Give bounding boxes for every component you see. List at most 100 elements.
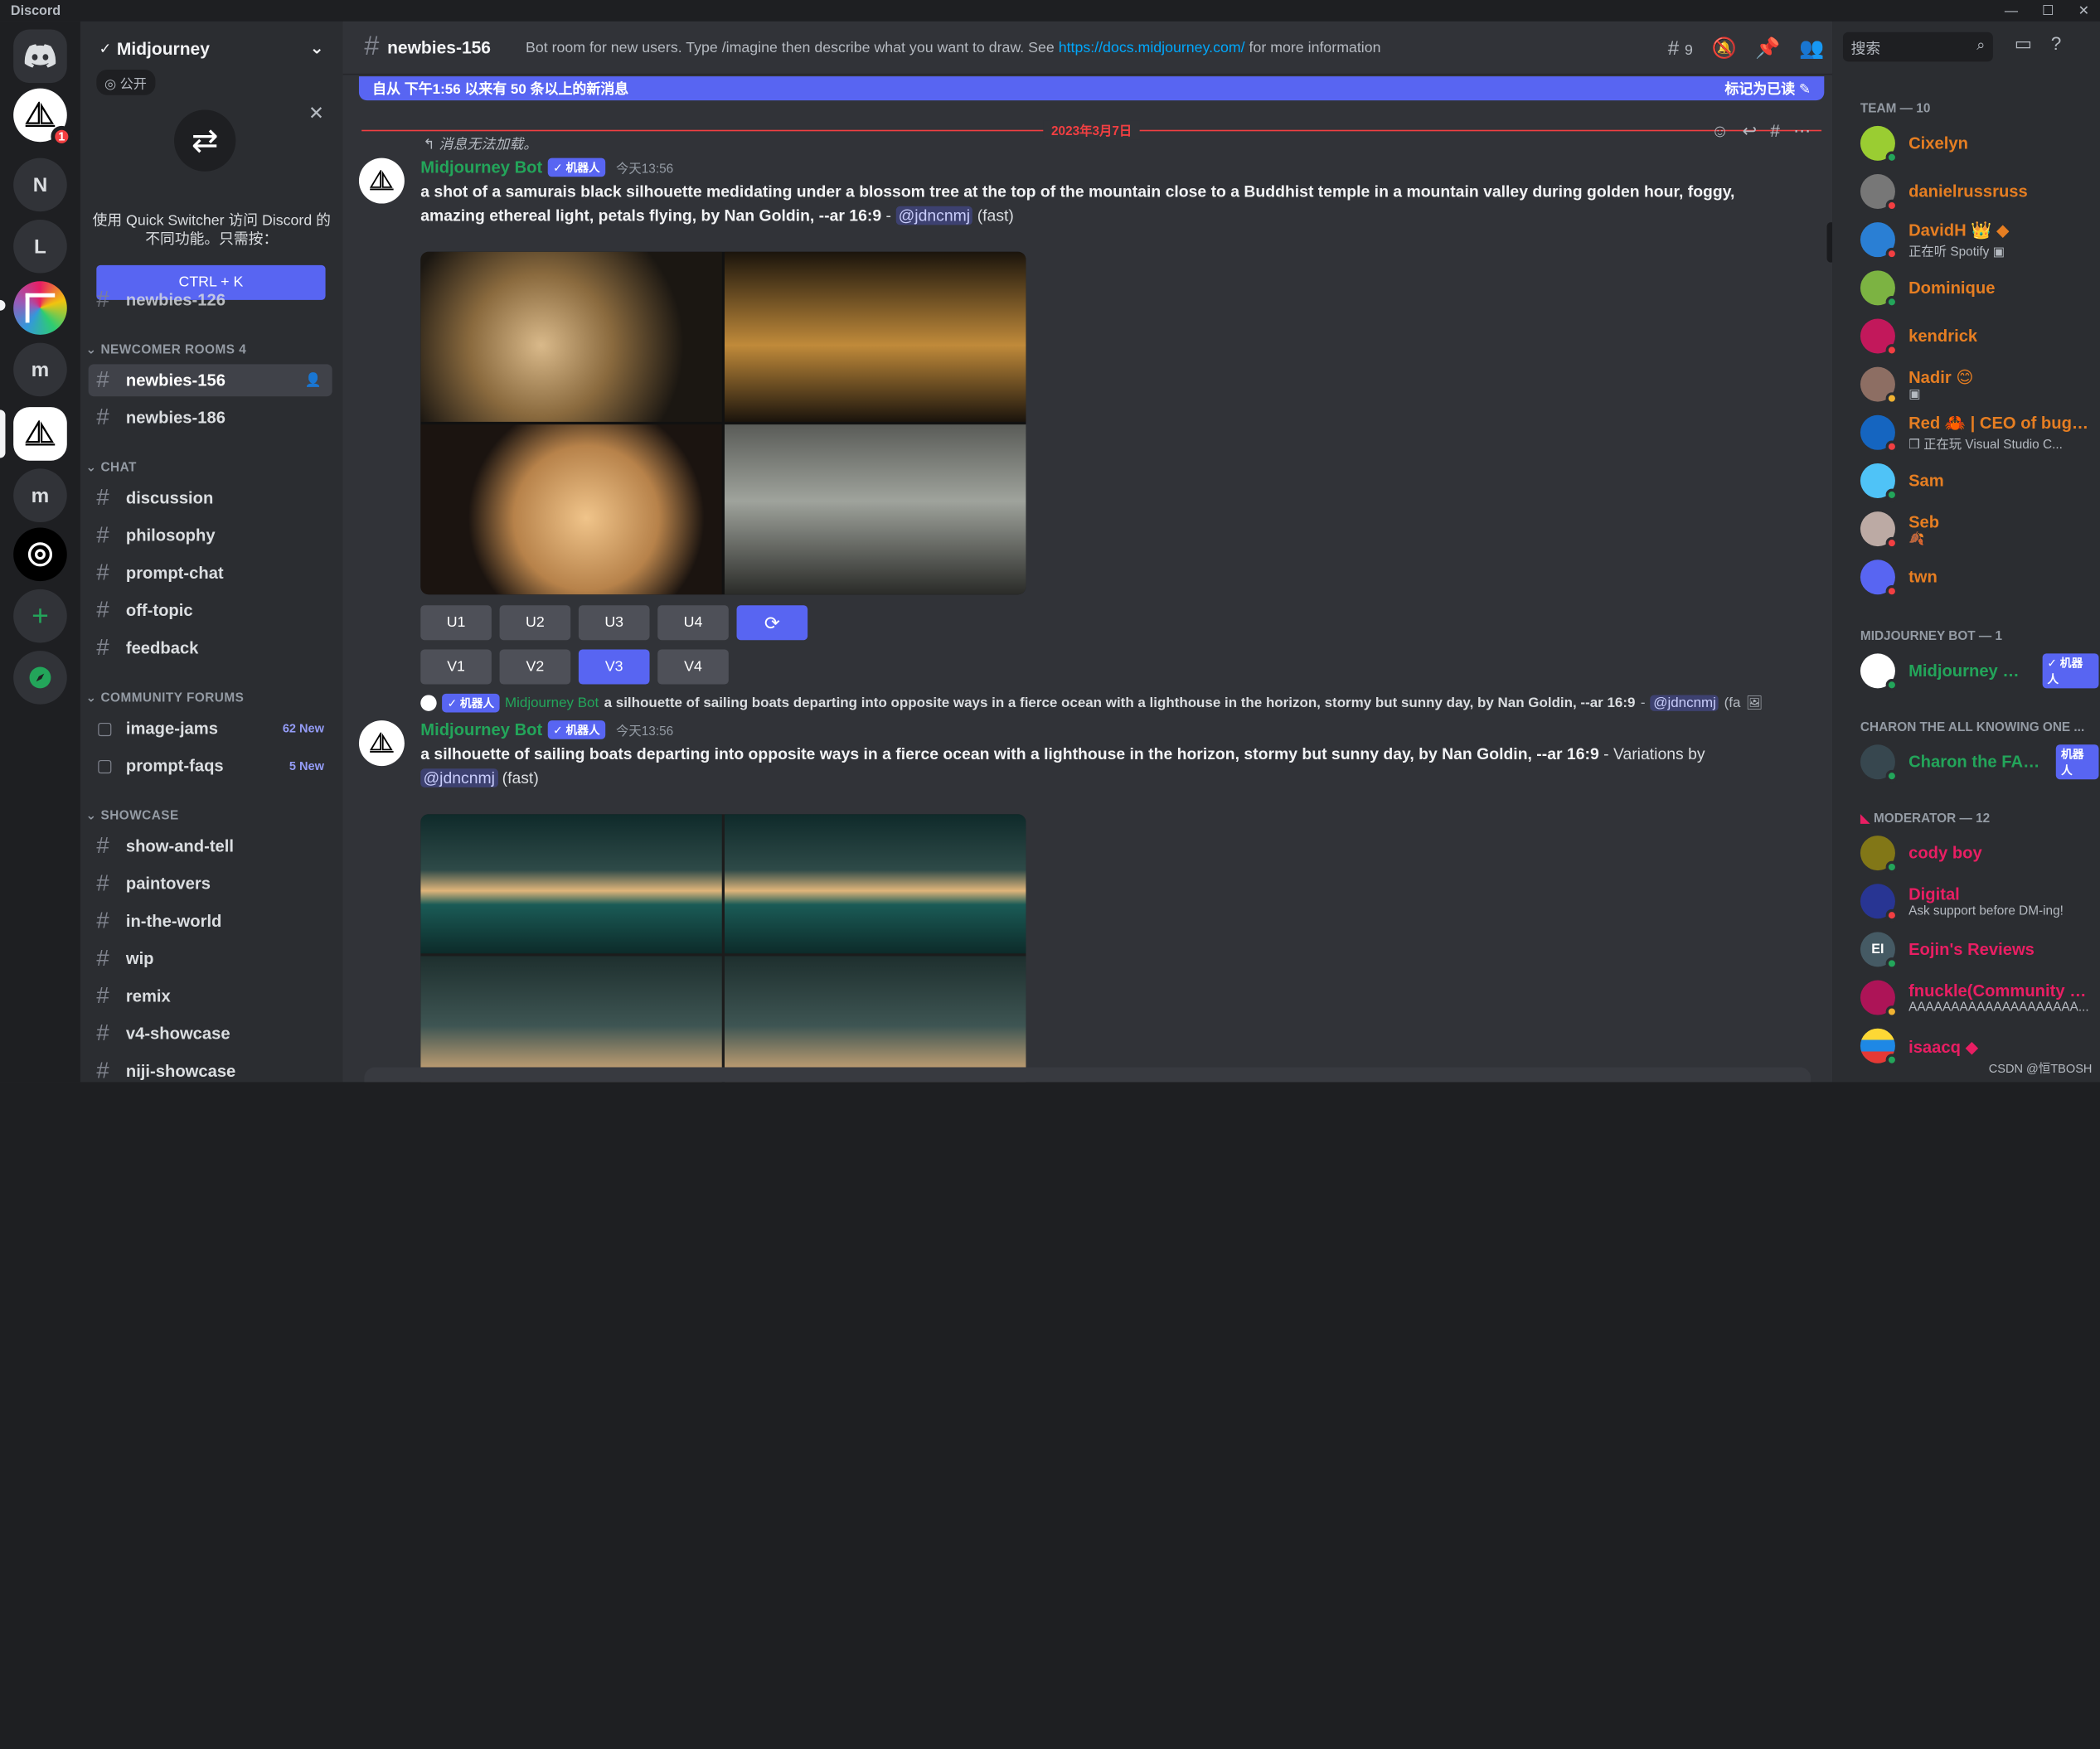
minimize-icon[interactable]: —	[2005, 3, 2018, 18]
channel-prompt-chat[interactable]: # prompt-chat	[89, 557, 332, 589]
member-list-icon[interactable]: 👥	[1799, 36, 1824, 60]
member-cody-boy[interactable]: cody boy	[1860, 831, 2099, 876]
u2-button[interactable]: U2	[499, 605, 571, 641]
user-mention[interactable]: @jdncnmj	[895, 206, 973, 225]
category-chat[interactable]: ⌄ CHAT	[85, 461, 137, 476]
v4-button[interactable]: V4	[657, 649, 729, 685]
member-charon[interactable]: Charon the FAQ... 机器人	[1860, 739, 2099, 785]
u4-button[interactable]: U4	[657, 605, 729, 641]
openai-server-icon[interactable]	[13, 527, 67, 582]
message-author: Midjourney Bot ✓ 机器人 今天13:56	[420, 157, 673, 177]
image-grid[interactable]	[420, 251, 1026, 595]
channel-discussion[interactable]: # discussion	[89, 482, 332, 515]
v1-button[interactable]: V1	[420, 649, 492, 685]
u1-button[interactable]: U1	[420, 605, 492, 641]
server-l[interactable]: L	[13, 219, 67, 274]
channel-feedback[interactable]: # feedback	[89, 632, 332, 665]
message-composer[interactable]	[364, 1067, 1811, 1083]
reroll-button[interactable]: ⟳	[736, 605, 808, 641]
explore-compass-icon[interactable]	[13, 651, 67, 705]
server-n[interactable]: N	[13, 157, 67, 212]
member-sam[interactable]: Sam	[1860, 458, 2099, 504]
author-name[interactable]: Midjourney Bot	[420, 158, 542, 177]
v3-button[interactable]: V3	[578, 649, 650, 685]
image-grid[interactable]	[420, 814, 1026, 1083]
lighthouse-image-3[interactable]	[420, 956, 722, 1083]
colorful-server-icon[interactable]	[13, 281, 67, 335]
member-digital[interactable]: Digital Ask support before DM-ing!	[1860, 879, 2099, 924]
channel-in-the-world[interactable]: # in-the-world	[89, 905, 332, 937]
lighthouse-image-4[interactable]	[724, 956, 1026, 1083]
member-dominique[interactable]: Dominique	[1860, 265, 2099, 311]
channel-niji-showcase[interactable]: # niji-showcase	[89, 1055, 332, 1082]
member-fnuckle[interactable]: fnuckle(Community Li... AAAAAAAAAAAAAAAAA…	[1860, 975, 2099, 1020]
inbox-icon[interactable]: ▭	[2015, 32, 2032, 55]
member-red[interactable]: Red 🦀 | CEO of bugs ... ❒ 正在玩 Visual Stud…	[1860, 409, 2099, 455]
guild-header[interactable]: ✓ Midjourney ⌄	[80, 22, 343, 75]
mark-read-button[interactable]: 标记为已读 ✎	[1724, 79, 1811, 99]
lighthouse-image-1[interactable]	[420, 814, 722, 954]
more-icon[interactable]: ⋯	[1793, 120, 1811, 142]
member-danielrussruss[interactable]: danielrussruss	[1860, 169, 2099, 215]
channel-v4-showcase[interactable]: # v4-showcase	[89, 1018, 332, 1050]
reply-icon[interactable]: ↩	[1743, 120, 1758, 142]
docs-link[interactable]: https://docs.midjourney.com/	[1059, 40, 1245, 56]
member-nadir[interactable]: Nadir 😊 ▣	[1860, 361, 2099, 407]
channel-off-topic[interactable]: # off-topic	[89, 594, 332, 627]
hash-icon: #	[96, 560, 109, 585]
discord-home-icon[interactable]	[13, 29, 67, 84]
channel-remix[interactable]: # remix	[89, 981, 332, 1013]
channel-newbies-186[interactable]: # newbies-186	[89, 402, 332, 434]
create-thread-icon[interactable]: #	[1770, 120, 1780, 142]
category-forums[interactable]: ⌄ COMMUNITY FORUMS	[85, 691, 244, 706]
reply-preview[interactable]: ✓ 机器人 Midjourney Bot a silhouette of sai…	[420, 693, 1763, 713]
maximize-icon[interactable]: ☐	[2042, 3, 2054, 18]
v2-button[interactable]: V2	[499, 649, 571, 685]
author-name[interactable]: Midjourney Bot	[420, 720, 542, 739]
channel-show-and-tell[interactable]: # show-and-tell	[89, 831, 332, 863]
member-davidh[interactable]: DavidH 👑 ◆ 正在听 Spotify ▣	[1860, 217, 2099, 263]
member-eojin[interactable]: EI Eojin's Reviews	[1860, 927, 2099, 972]
midjourney-server-icon[interactable]: 1	[13, 88, 73, 148]
channel-philosophy[interactable]: # philosophy	[89, 520, 332, 552]
mute-bell-icon[interactable]: 🔕	[1712, 36, 1737, 60]
channel-wip[interactable]: # wip	[89, 942, 332, 975]
u3-button[interactable]: U3	[578, 605, 650, 641]
help-icon[interactable]: ?	[2051, 32, 2062, 55]
avatar[interactable]	[358, 720, 405, 767]
add-user-icon[interactable]: 👤	[305, 373, 322, 388]
member-twn[interactable]: twn	[1860, 555, 2099, 600]
close-icon[interactable]: ✕	[2078, 3, 2090, 18]
add-server-icon[interactable]: +	[13, 589, 67, 643]
channel-paintovers[interactable]: # paintovers	[89, 868, 332, 900]
threads-icon[interactable]: # 9	[1668, 36, 1693, 59]
member-kendrick[interactable]: kendrick	[1860, 313, 2099, 359]
search-input[interactable]: 搜索 ⌕	[1842, 31, 1993, 62]
pin-icon[interactable]: 📌	[1755, 36, 1780, 60]
member-midjourney-bot[interactable]: Midjourney Bot ✓ 机器人	[1860, 648, 2099, 694]
channel-newbies-156[interactable]: # newbies-156 👤	[88, 364, 332, 397]
member-cixelyn[interactable]: Cixelyn	[1860, 120, 2099, 166]
server-m-2[interactable]: m	[13, 468, 67, 523]
midjourney-active-server-icon[interactable]	[13, 407, 67, 461]
samurai-image-2[interactable]	[724, 251, 1026, 422]
status-dot	[1885, 536, 1899, 550]
samurai-image-1[interactable]	[420, 251, 722, 422]
category-newcomer[interactable]: ⌄ NEWCOMER ROOMS 4	[85, 343, 246, 358]
variations-label: - Variations by	[1598, 744, 1705, 763]
new-messages-bar[interactable]: 自从 下午1:56 以来有 50 条以上的新消息 标记为已读 ✎	[358, 76, 1825, 101]
channel-image-jams[interactable]: ▢ image-jams 62 New	[89, 712, 332, 744]
reply-preview[interactable]: ↰ 消息无法加载。	[423, 134, 537, 154]
user-mention[interactable]: @jdncnmj	[420, 768, 498, 787]
server-m[interactable]: m	[13, 342, 67, 397]
lighthouse-image-2[interactable]	[724, 814, 1026, 954]
channel-prompt-faqs[interactable]: ▢ prompt-faqs 5 New	[89, 750, 332, 782]
avatar[interactable]	[358, 157, 405, 204]
category-showcase[interactable]: ⌄ SHOWCASE	[85, 809, 178, 824]
channel-newbies-126[interactable]: # newbies-126	[89, 283, 332, 316]
samurai-image-3[interactable]	[420, 424, 722, 595]
close-icon[interactable]: ✕	[308, 102, 324, 124]
member-seb[interactable]: Seb 🍂	[1860, 506, 2099, 552]
add-reaction-icon[interactable]: ☺	[1711, 120, 1729, 142]
samurai-image-4[interactable]	[724, 424, 1026, 595]
